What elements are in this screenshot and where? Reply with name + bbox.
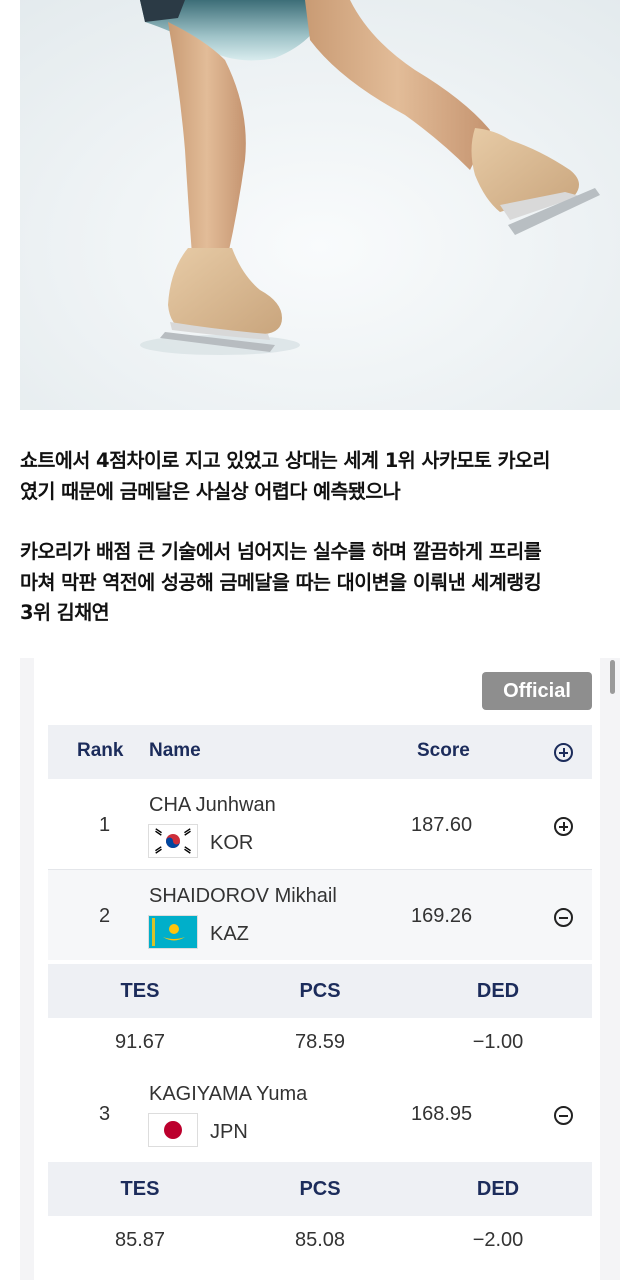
- skater-legs-image: [20, 0, 620, 410]
- athlete-name: CHA Junhwan: [149, 794, 276, 816]
- expand-row-icon[interactable]: [554, 817, 573, 836]
- score-column-header: Score: [417, 740, 470, 761]
- athlete-3-detail-header: TES PCS DED: [48, 1162, 592, 1216]
- korea-flag-icon: [149, 825, 197, 857]
- ded-column-header: DED: [476, 1178, 520, 1200]
- ded-value: −1.00: [472, 1031, 524, 1053]
- athlete-country: JPN: [210, 1121, 248, 1143]
- japan-flag-icon: [149, 1114, 197, 1146]
- athlete-score: 168.95: [411, 1103, 473, 1125]
- athlete-3-detail-values: 85.87 85.08 −2.00: [48, 1218, 592, 1264]
- skater-photo: [20, 0, 620, 410]
- athlete-rank: 1: [99, 814, 111, 836]
- athlete-2-detail-header: TES PCS DED: [48, 964, 592, 1018]
- name-column-header: Name: [149, 740, 201, 761]
- tes-value: 85.87: [114, 1229, 166, 1251]
- expand-all-icon[interactable]: [554, 743, 573, 762]
- pcs-value: 78.59: [294, 1031, 346, 1053]
- ded-value: −2.00: [472, 1229, 524, 1251]
- athlete-score: 187.60: [411, 814, 473, 836]
- tes-column-header: TES: [120, 1178, 160, 1200]
- athlete-2-detail-values: 91.67 78.59 −1.00: [48, 1020, 592, 1066]
- ded-column-header: DED: [476, 980, 520, 1002]
- athlete-row-3[interactable]: 3 KAGIYAMA Yuma JPN 168.95: [48, 1068, 592, 1158]
- results-table-header: Rank Name Score: [48, 725, 592, 779]
- athlete-country: KAZ: [210, 923, 249, 945]
- athlete-country: KOR: [210, 832, 254, 854]
- collapse-row-icon[interactable]: [554, 1106, 573, 1125]
- scrollbar-thumb[interactable]: [610, 660, 615, 694]
- tes-value: 91.67: [114, 1031, 166, 1053]
- rank-column-header: Rank: [77, 740, 124, 761]
- article-paragraph-1: 쇼트에서 4점차이로 지고 있었고 상대는 세계 1위 사카모토 카오리 였기 …: [20, 449, 550, 503]
- athlete-score: 169.26: [411, 905, 473, 927]
- article-paragraph-2: 카오리가 배점 큰 기술에서 넘어지는 실수를 하며 깔끔하게 프리를 마쳐 막…: [20, 540, 542, 624]
- athlete-row-1[interactable]: 1 CHA Junhwan KOR 187.60: [48, 779, 592, 869]
- official-badge[interactable]: Official: [482, 672, 592, 710]
- pcs-column-header: PCS: [299, 1178, 341, 1200]
- pcs-column-header: PCS: [299, 980, 341, 1002]
- pcs-value: 85.08: [294, 1229, 346, 1251]
- tes-column-header: TES: [120, 980, 160, 1002]
- athlete-rank: 2: [99, 905, 111, 927]
- kazakhstan-flag-icon: [149, 916, 197, 948]
- athlete-row-2[interactable]: 2 SHAIDOROV Mikhail KAZ 169.26: [48, 870, 592, 960]
- athlete-name: SHAIDOROV Mikhail: [149, 885, 337, 907]
- athlete-rank: 3: [99, 1103, 111, 1125]
- collapse-row-icon[interactable]: [554, 908, 573, 927]
- athlete-name: KAGIYAMA Yuma: [149, 1083, 308, 1105]
- article-text: 쇼트에서 4점차이로 지고 있었고 상대는 세계 1위 사카모토 카오리 였기 …: [20, 446, 630, 629]
